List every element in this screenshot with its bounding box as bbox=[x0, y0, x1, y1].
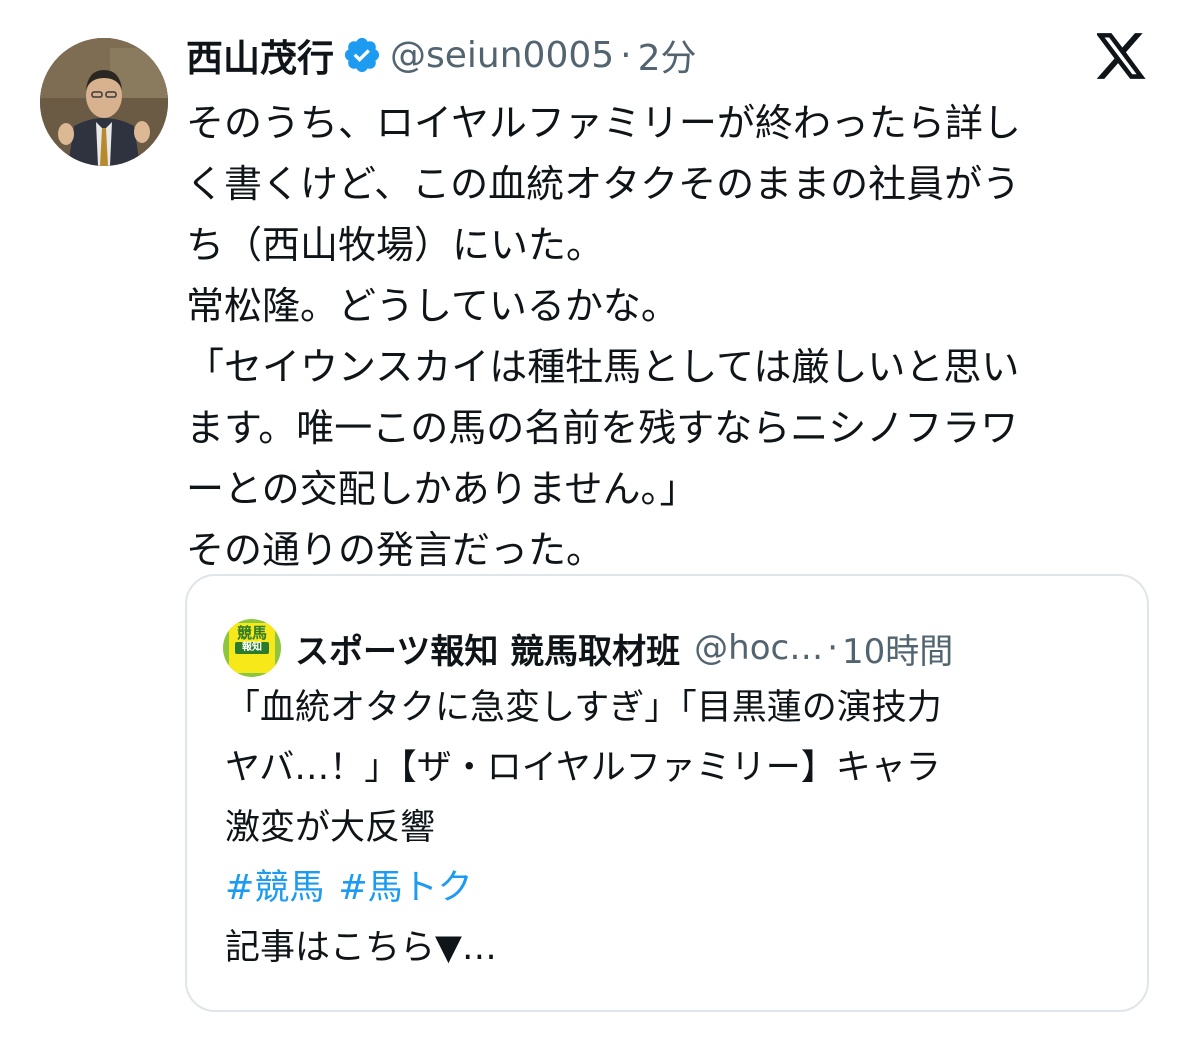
quoted-tweet-text: 「血統オタクに急変しすぎ」「目黒蓮の演技力 ヤバ…！」【ザ・ロイヤルファミリー】… bbox=[225, 678, 1125, 978]
author-avatar[interactable] bbox=[40, 38, 168, 166]
hashtag-link[interactable]: #馬トク bbox=[338, 868, 472, 908]
tweet-line: 常松隆。どうしているかな。 bbox=[186, 284, 679, 328]
tweet-line: その通りの発言だった。 bbox=[186, 528, 605, 572]
quoted-tweet-header: 競馬 報知 スポーツ報知 競馬取材班 @hoc… · 10時間 bbox=[223, 619, 953, 677]
header-separator: · bbox=[620, 34, 632, 76]
verified-badge-icon[interactable] bbox=[342, 35, 382, 75]
author-handle[interactable]: @seiun0005 bbox=[390, 35, 614, 76]
quoted-tweet-card[interactable]: 競馬 報知 スポーツ報知 競馬取材班 @hoc… · 10時間 「血統オタクに急… bbox=[185, 574, 1149, 1012]
quoted-post-timestamp[interactable]: 10時間 bbox=[842, 624, 953, 673]
tweet-line: ち（西山牧場）にいた。 bbox=[186, 223, 605, 267]
author-avatar-image bbox=[40, 38, 168, 166]
tweet-header: 西山茂行 @seiun0005 · 2分 bbox=[186, 28, 697, 82]
quoted-author-handle[interactable]: @hoc… bbox=[694, 628, 823, 668]
quoted-tweet-line: ヤバ…！」【ザ・ロイヤルファミリー】キャラ bbox=[225, 748, 941, 788]
tweet-line: そのうち、ロイヤルファミリーが終わったら詳し bbox=[186, 101, 1021, 145]
tweet-line: く書くけど、この血統オタクそのままの社員がう bbox=[186, 162, 1021, 206]
quoted-hashtags: #競馬 #馬トク bbox=[225, 858, 1125, 918]
post-timestamp[interactable]: 2分 bbox=[638, 29, 697, 81]
tweet-line: 「セイウンスカイは種牡馬としては厳しいと思い bbox=[186, 345, 1020, 389]
tweet-line: ーとの交配しかありません。」 bbox=[186, 467, 698, 511]
quoted-tweet-line: 「血統オタクに急変しすぎ」「目黒蓮の演技力 bbox=[225, 688, 942, 728]
quoted-author-display-name[interactable]: スポーツ報知 競馬取材班 bbox=[295, 624, 680, 673]
tweet-text: そのうち、ロイヤルファミリーが終わったら詳し く書くけど、この血統オタクそのまま… bbox=[186, 93, 1146, 581]
hashtag-link[interactable]: #競馬 bbox=[225, 868, 324, 908]
quoted-avatar-text: 競馬 bbox=[236, 624, 267, 642]
quoted-avatar-subtext: 報知 bbox=[235, 642, 269, 654]
quoted-tweet-more-text: 記事はこちら▼… bbox=[225, 928, 497, 968]
author-display-name[interactable]: 西山茂行 bbox=[186, 28, 334, 82]
quoted-tweet-line: 激変が大反響 bbox=[225, 808, 436, 848]
x-logo-icon bbox=[1095, 33, 1147, 79]
quoted-header-separator: · bbox=[827, 628, 839, 668]
tweet-line: ます。唯一この馬の名前を残すならニシノフラワ bbox=[186, 406, 1019, 450]
quoted-author-avatar[interactable]: 競馬 報知 bbox=[223, 619, 281, 677]
